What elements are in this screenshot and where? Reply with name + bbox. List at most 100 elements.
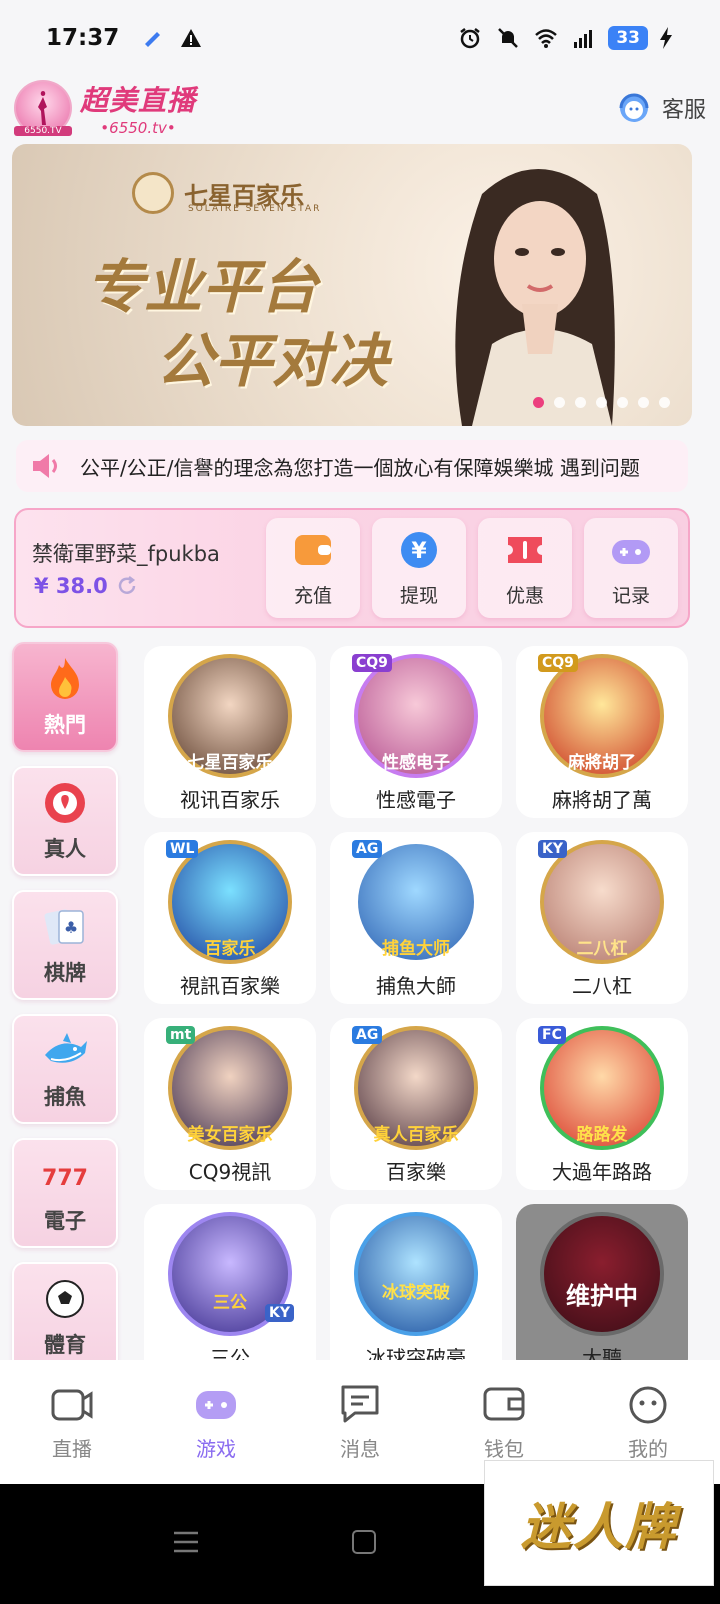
refresh-icon[interactable] <box>116 575 138 597</box>
game-name: 百家樂 <box>386 1160 446 1184</box>
game-name: 冰球突破豪 <box>366 1346 466 1360</box>
status-bar: 17:37 33 <box>0 0 720 76</box>
banner-dot[interactable] <box>596 397 607 408</box>
recent-apps-icon[interactable] <box>172 1530 200 1554</box>
category-hot[interactable]: 熱門 <box>12 642 118 752</box>
app-header: 6550.TV 超美直播 •6550.tv• 客服 <box>0 76 720 140</box>
banner-dot[interactable] <box>638 397 649 408</box>
category-live[interactable]: 真人 <box>12 766 118 876</box>
promo-banner[interactable]: 七星百家乐 SOLAIRE SEVEN STAR 专业平台 公平对决 <box>12 144 692 426</box>
category-slots[interactable]: 777 電子 <box>12 1138 118 1248</box>
game-art-title: 性感电子 <box>382 753 450 773</box>
banner-pagination <box>533 397 670 408</box>
banner-dot[interactable] <box>554 397 565 408</box>
svg-text:♣: ♣ <box>64 918 78 937</box>
customer-service-label: 客服 <box>661 98 706 123</box>
svg-text:¥: ¥ <box>411 539 427 564</box>
banner-slogan-line1: 专业平台 <box>86 253 319 321</box>
game-card[interactable]: 维护中 大聽 <box>516 1204 688 1360</box>
svg-text:777: 777 <box>42 1166 88 1191</box>
username: 禁衛軍野菜_fpukba <box>32 542 220 566</box>
category-chess-cards[interactable]: ♣ 棋牌 <box>12 890 118 1000</box>
watermark-logo: 迷人牌 <box>484 1460 714 1586</box>
game-card[interactable]: AG 捕鱼大师 捕魚大師 <box>330 832 502 1004</box>
wallet-card: 禁衛軍野菜_fpukba ¥ 38.0 充值 ¥ 提现 优惠 记录 <box>14 508 690 628</box>
game-name: 视讯百家乐 <box>180 788 280 812</box>
dancer-silhouette-icon <box>38 91 47 125</box>
game-card[interactable]: 冰球突破 冰球突破豪 <box>330 1204 502 1360</box>
game-card[interactable]: mt 美女百家乐 CQ9視訊 <box>144 1018 316 1190</box>
brand-logo-icon <box>132 172 174 214</box>
wallet-icon <box>295 534 331 565</box>
game-art-title: 二八杠 <box>576 939 628 959</box>
banner-dot[interactable] <box>617 397 628 408</box>
nav-live[interactable]: 直播 <box>0 1360 144 1484</box>
game-card[interactable]: KY 三公 三公 <box>144 1204 316 1360</box>
nav-label: 直播 <box>52 1436 92 1461</box>
deposit-button[interactable]: 充值 <box>266 518 360 618</box>
game-art-title: 冰球突破 <box>382 1283 450 1303</box>
withdraw-label: 提现 <box>399 584 438 607</box>
banner-dot[interactable] <box>659 397 670 408</box>
provider-tag: KY <box>538 840 567 858</box>
category-sports[interactable]: 體育 <box>12 1262 118 1372</box>
provider-tag: mt <box>166 1026 196 1044</box>
game-name: 三公 <box>210 1346 250 1360</box>
game-card[interactable]: FC 路路发 大過年路路 <box>516 1018 688 1190</box>
banner-dot[interactable] <box>533 397 544 408</box>
records-button[interactable]: 记录 <box>584 518 678 618</box>
home-button-icon[interactable] <box>352 1530 376 1554</box>
app-logo[interactable]: 6550.TV 超美直播 •6550.tv• <box>14 79 196 137</box>
game-thumbnail <box>540 1212 664 1336</box>
warning-icon <box>181 29 202 47</box>
game-name: 視訊百家樂 <box>180 974 280 998</box>
speaker-icon <box>33 454 57 478</box>
provider-tag: CQ9 <box>352 654 392 672</box>
game-name: CQ9視訊 <box>188 1160 272 1184</box>
category-label: 熱門 <box>44 713 86 737</box>
charging-icon <box>660 27 672 49</box>
balance-row: ¥ 38.0 <box>34 574 138 598</box>
provider-tag: AG <box>352 840 383 858</box>
nav-messages[interactable]: 消息 <box>288 1360 432 1484</box>
game-card[interactable]: CQ9 性感电子 性感電子 <box>330 646 502 818</box>
logo-title: 超美直播 <box>80 84 197 117</box>
game-name: 大過年路路 <box>552 1160 652 1184</box>
app-notification-icon <box>145 32 161 47</box>
yen-coin-icon: ¥ <box>401 531 437 568</box>
promotions-label: 优惠 <box>505 584 544 607</box>
flame-icon <box>51 658 79 699</box>
withdraw-button[interactable]: ¥ 提现 <box>372 518 466 618</box>
game-card[interactable]: CQ9 麻將胡了 麻將胡了萬 <box>516 646 688 818</box>
customer-service-button[interactable]: 客服 <box>616 90 706 126</box>
game-name: 捕魚大師 <box>376 974 456 998</box>
game-thumbnail <box>354 1212 478 1336</box>
playing-cards-icon: ♣ <box>44 909 84 945</box>
nav-label: 游戏 <box>196 1436 236 1461</box>
game-art-title: 路路发 <box>576 1125 628 1145</box>
banner-brand-sub: SOLAIRE SEVEN STAR <box>188 204 322 214</box>
camera-icon <box>51 1389 93 1420</box>
maintenance-label: 维护中 <box>566 1282 638 1310</box>
game-card[interactable]: 七星百家乐 视讯百家乐 <box>144 646 316 818</box>
banner-model-image <box>455 169 615 426</box>
game-card[interactable]: KY 二八杠 二八杠 <box>516 832 688 1004</box>
banner-slogan-line2: 公平对决 <box>156 327 389 395</box>
provider-tag: WL <box>166 840 199 858</box>
category-label: 體育 <box>44 1333 86 1357</box>
mute-bell-icon <box>498 28 519 48</box>
category-fishing[interactable]: 捕魚 <box>12 1014 118 1124</box>
game-card[interactable]: WL 百家乐 視訊百家樂 <box>144 832 316 1004</box>
nav-games[interactable]: 游戏 <box>144 1360 288 1484</box>
category-label: 棋牌 <box>44 961 86 985</box>
wifi-icon <box>535 29 558 48</box>
announcement-marquee[interactable]: 公平/公正/信譽的理念為您打造一個放心有保障娛樂城 遇到问题 <box>16 440 688 492</box>
wallet-icon <box>483 1387 525 1420</box>
watermark-text: 迷人牌 <box>521 1497 677 1556</box>
promotions-button[interactable]: 优惠 <box>478 518 572 618</box>
banner-dot[interactable] <box>575 397 586 408</box>
casino-chip-icon <box>45 783 85 823</box>
game-card[interactable]: AG 真人百家乐 百家樂 <box>330 1018 502 1190</box>
provider-tag: CQ9 <box>538 654 578 672</box>
battery-indicator: 33 <box>608 26 648 50</box>
